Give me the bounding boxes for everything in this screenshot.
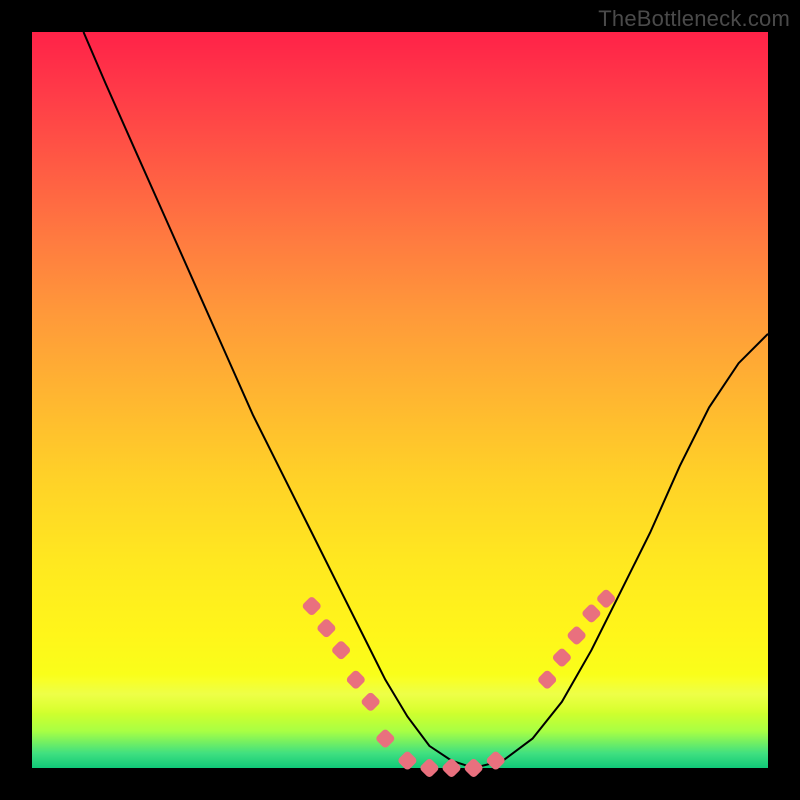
data-marker [463,757,484,778]
data-marker [330,640,351,661]
data-marker [551,647,572,668]
watermark-text: TheBottleneck.com [598,6,790,32]
data-marker [581,603,602,624]
data-marker [301,595,322,616]
data-marker [316,618,337,639]
marker-group [301,588,617,779]
data-marker [397,750,418,771]
chart-frame: TheBottleneck.com [0,0,800,800]
data-marker [345,669,366,690]
plot-area [32,32,768,768]
data-marker [537,669,558,690]
data-marker [441,757,462,778]
data-marker [375,728,396,749]
curve-svg [32,32,768,768]
data-marker [419,757,440,778]
data-marker [566,625,587,646]
data-marker [360,691,381,712]
data-marker [485,750,506,771]
bottleneck-curve [84,32,769,768]
